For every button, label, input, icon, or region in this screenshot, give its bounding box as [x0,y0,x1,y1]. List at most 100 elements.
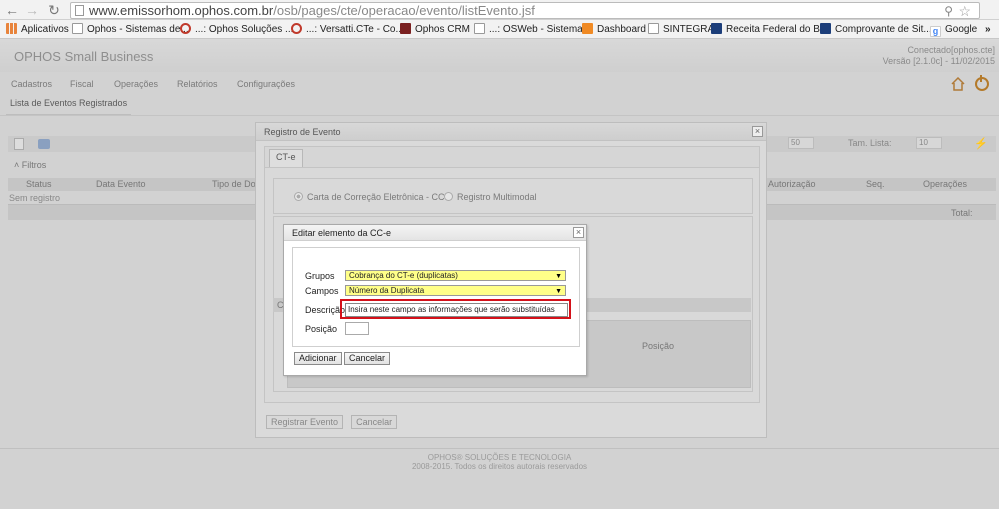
app-version: Versão [2.1.0c] - 11/02/2015 [882,56,995,66]
page-footer: OPHOS® SOLUÇÕES E TECNOLOGIA 2008-2015. … [0,453,999,471]
bookmark-google[interactable]: g Google [930,23,977,37]
dropdown-arrow-icon: ▼ [555,288,562,295]
register-dialog-titlebar: Registro de Evento × [256,123,766,141]
bookmark-ophos-sistemas[interactable]: Ophos - Sistemas de... [72,23,189,37]
reload-icon[interactable]: ↻ [46,2,62,18]
url-path: /osb/pages/cte/operacao/evento/listEvent… [273,3,535,18]
tab-divider [0,115,999,116]
bookmark-sintegra[interactable]: SINTEGRA [648,23,714,37]
footer-divider [0,448,999,449]
radio-carta-correcao[interactable]: Carta de Correção Eletrônica - CC-e [294,192,453,202]
bookmark-ophos-solucoes[interactable]: ...: Ophos Soluções ... [180,23,293,37]
bookmark-dashboard[interactable]: Dashboard [582,23,646,37]
key-icon[interactable]: ⚲ [944,4,953,18]
register-dialog-buttons: Registrar Evento Cancelar [266,415,402,429]
lightning-icon[interactable]: ⚡ [974,137,988,150]
edit-dialog-title: Editar elemento da CC-e [292,228,392,238]
posicao-label: Posição [305,324,338,334]
grupos-select[interactable]: Cobrança do CT-e (duplicatas) ▼ [345,270,566,281]
descricao-label: Descrição [305,305,346,315]
register-dialog-tabbar: CT-e [264,146,760,167]
bookmarks-bar: Aplicativos Ophos - Sistemas de... ...: … [0,20,999,39]
home-icon[interactable] [951,77,965,91]
page-icon [72,23,83,34]
browser-address-bar: ← → ↻ www.emissorhom.ophos.com.br/osb/pa… [0,0,999,20]
refresh-icon[interactable] [38,139,50,149]
col-operacoes[interactable]: Operações [923,179,967,189]
bookmark-osweb[interactable]: ...: OSWeb - Sistema... [474,23,591,37]
apps-grid-icon [6,23,17,34]
list-size-input[interactable]: 10 [916,137,942,149]
tab-lista-eventos[interactable]: Lista de Eventos Registrados [6,97,132,115]
back-arrow-icon[interactable]: ← [4,2,20,18]
flag-icon [711,23,722,34]
app-header: OPHOS Small Business Conectado[ophos.cte… [0,40,999,72]
bookmarks-overflow-button[interactable]: » [985,23,991,37]
radio-unselected-icon [444,192,453,201]
no-record-message: Sem registro [9,193,61,203]
col-tipo-documento[interactable]: Tipo de Do [212,179,256,189]
page-icon [474,23,485,34]
total-label: Total: [951,208,973,218]
col-seq[interactable]: Seq. [866,179,885,189]
bookmark-apps[interactable]: Aplicativos [6,23,69,37]
menu-cadastros[interactable]: Cadastros [11,79,52,89]
grupos-label: Grupos [305,271,335,281]
footer-company: OPHOS® SOLUÇÕES E TECNOLOGIA [427,453,572,462]
col-data-evento[interactable]: Data Evento [96,179,146,189]
campos-select[interactable]: Número da Duplicata ▼ [345,285,566,296]
bookmark-ophos-crm[interactable]: Ophos CRM [400,23,470,37]
chevron-up-icon: ˄ [14,160,20,170]
adicionar-button[interactable]: Adicionar [294,352,342,365]
flag-icon [820,23,831,34]
main-menu: Cadastros Fiscal Operações Relatórios Co… [0,74,999,96]
register-cancel-button[interactable]: Cancelar [351,415,398,429]
radio-selected-icon [294,192,303,201]
footer-rights: 2008-2015. Todos os direitos autorais re… [411,462,588,471]
col-posicao: Posição [642,341,675,351]
close-icon[interactable]: × [752,126,763,137]
new-document-icon[interactable] [14,138,24,150]
edit-cce-element-dialog: Editar elemento da CC-e × Grupos Cobranç… [283,224,587,376]
radio-registro-multimodal[interactable]: Registro Multimodal [444,192,537,202]
col-status[interactable]: Status [26,179,52,189]
highlight-box [340,299,571,319]
opera-icon [180,23,191,34]
app-logo: OPHOS Small Business [14,49,154,64]
filters-toggle[interactable]: ˄ Filtros [14,160,46,170]
register-dialog-title: Registro de Evento [264,127,341,137]
forward-arrow-icon[interactable]: → [24,2,40,18]
url-field[interactable]: www.emissorhom.ophos.com.br/osb/pages/ct… [70,2,980,19]
event-type-fieldset: Carta de Correção Eletrônica - CC-e Regi… [273,178,753,214]
page-icon [75,5,84,16]
menu-relatorios[interactable]: Relatórios [177,79,218,89]
close-icon[interactable]: × [573,227,584,238]
logout-power-icon[interactable] [975,75,989,91]
menu-operacoes[interactable]: Operações [114,79,158,89]
menu-configuracoes[interactable]: Configurações [237,79,295,89]
menu-fiscal[interactable]: Fiscal [70,79,94,89]
page-size-input[interactable]: 50 [788,137,814,149]
google-icon: g [930,26,941,37]
register-event-button[interactable]: Registrar Evento [266,415,344,429]
dropdown-arrow-icon: ▼ [555,273,562,280]
bookmark-comprovante[interactable]: Comprovante de Sit... [820,23,932,37]
campos-label: Campos [305,286,339,296]
posicao-input[interactable] [345,322,369,335]
connected-user: Conectado[ophos.cte] [907,45,995,55]
opera-icon [291,23,302,34]
edit-dialog-panel: Grupos Cobrança do CT-e (duplicatas) ▼ C… [292,247,580,347]
page-icon [648,23,659,34]
list-size-label: Tam. Lista: [848,138,892,148]
edit-dialog-titlebar: Editar elemento da CC-e × [284,225,586,241]
dashboard-icon [582,23,593,34]
bookmark-star-icon[interactable]: ☆ [958,3,971,20]
connection-info: Conectado[ophos.cte] Versão [2.1.0c] - 1… [883,45,995,67]
col-autorizacao[interactable]: Autorização [768,179,816,189]
tab-cte[interactable]: CT-e [269,149,303,167]
cube-icon [400,23,411,34]
bookmark-versatti[interactable]: ...: Versatti.CTe - Co... [291,23,404,37]
edit-cancel-button[interactable]: Cancelar [344,352,391,365]
bookmark-receita-federal[interactable]: Receita Federal do B... [711,23,828,37]
url-host: www.emissorhom.ophos.com.br [89,3,274,18]
